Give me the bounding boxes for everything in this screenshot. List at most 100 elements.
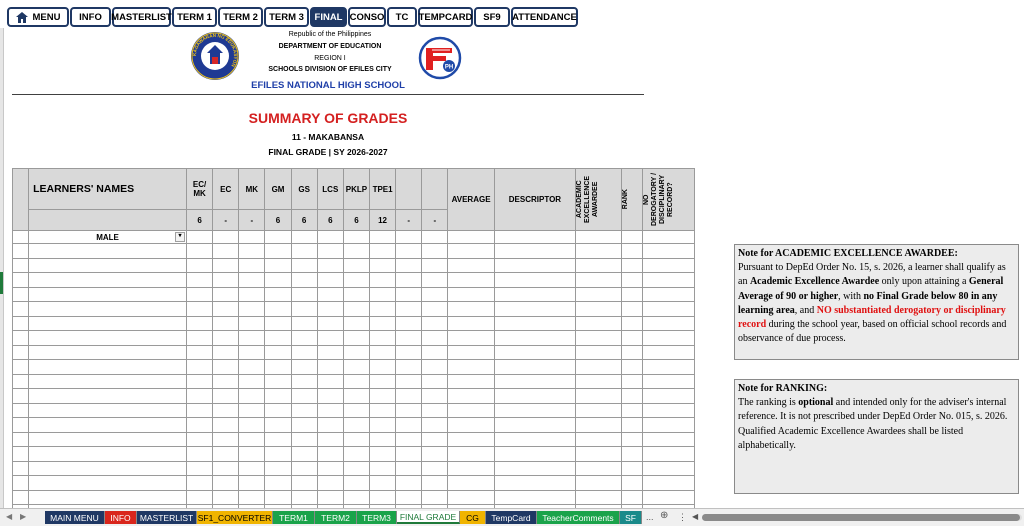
tab-term1[interactable]: TERM1 <box>273 511 315 524</box>
grade-cell[interactable] <box>290 446 318 462</box>
grade-cell[interactable] <box>12 388 30 404</box>
grade-cell[interactable] <box>238 286 266 302</box>
grade-cell[interactable] <box>290 402 318 418</box>
grade-cell[interactable] <box>493 373 577 389</box>
grade-cell[interactable] <box>621 272 643 288</box>
grade-cell[interactable] <box>264 489 292 505</box>
grade-cell[interactable] <box>316 373 344 389</box>
grade-cell[interactable] <box>264 373 292 389</box>
grade-cell[interactable] <box>421 417 449 433</box>
add-sheet-icon[interactable]: ⊕ <box>660 510 668 521</box>
grade-cell[interactable] <box>641 344 695 360</box>
grade-cell[interactable] <box>28 301 188 317</box>
term3-button[interactable]: TERM 3 <box>264 7 309 27</box>
grade-cell[interactable] <box>368 344 397 360</box>
grade-cell[interactable] <box>368 489 397 505</box>
grade-cell[interactable] <box>368 257 397 273</box>
grade-cell[interactable] <box>575 286 623 302</box>
grade-cell[interactable] <box>641 388 695 404</box>
grade-cell[interactable] <box>212 402 240 418</box>
grade-cell[interactable] <box>368 315 397 331</box>
grade-cell[interactable] <box>212 243 240 259</box>
grade-cell[interactable] <box>264 301 292 317</box>
tab-sf1-converter[interactable]: SF1_CONVERTER <box>197 511 273 524</box>
grade-cell[interactable] <box>368 330 397 346</box>
grade-cell[interactable] <box>316 460 344 476</box>
grade-cell[interactable] <box>421 286 449 302</box>
grade-cell[interactable] <box>421 402 449 418</box>
grade-cell[interactable] <box>290 301 318 317</box>
grade-cell[interactable] <box>264 402 292 418</box>
grade-cell[interactable] <box>621 475 643 491</box>
grade-cell[interactable] <box>342 243 371 259</box>
grade-cell[interactable] <box>641 301 695 317</box>
grade-cell[interactable] <box>186 475 214 491</box>
grade-cell[interactable] <box>212 417 240 433</box>
grade-cell[interactable] <box>575 373 623 389</box>
grade-cell[interactable] <box>395 475 423 491</box>
grade-cell[interactable] <box>290 257 318 273</box>
grade-cell[interactable] <box>186 446 214 462</box>
grade-cell[interactable] <box>264 359 292 375</box>
grade-cell[interactable] <box>290 272 318 288</box>
grade-cell[interactable] <box>264 475 292 491</box>
grade-cell[interactable] <box>28 446 188 462</box>
grade-cell[interactable] <box>447 359 495 375</box>
grade-cell[interactable] <box>316 243 344 259</box>
tab-scroll-right-icon[interactable]: ▶ <box>20 512 26 521</box>
grade-cell[interactable] <box>421 460 449 476</box>
conso-button[interactable]: CONSO <box>348 7 386 27</box>
tab-main-menu[interactable]: MAIN MENU <box>45 511 105 524</box>
grade-cell[interactable] <box>368 475 397 491</box>
grade-cell[interactable] <box>290 286 318 302</box>
grade-cell[interactable] <box>316 272 344 288</box>
grade-cell[interactable] <box>621 431 643 447</box>
grade-cell[interactable] <box>238 373 266 389</box>
grade-cell[interactable] <box>395 257 423 273</box>
grade-cell[interactable] <box>621 402 643 418</box>
grade-cell[interactable] <box>212 286 240 302</box>
grade-cell[interactable] <box>28 315 188 331</box>
grade-cell[interactable] <box>238 243 266 259</box>
grade-cell[interactable] <box>575 475 623 491</box>
grade-cell[interactable] <box>493 272 577 288</box>
grade-cell[interactable] <box>493 315 577 331</box>
grade-cell[interactable] <box>316 417 344 433</box>
grade-cell[interactable] <box>493 330 577 346</box>
grade-cell[interactable] <box>342 460 371 476</box>
grade-cell[interactable] <box>575 243 623 259</box>
grade-cell[interactable] <box>238 446 266 462</box>
grade-cell[interactable] <box>12 446 30 462</box>
grade-cell[interactable] <box>212 330 240 346</box>
grade-cell[interactable] <box>621 359 643 375</box>
grade-cell[interactable] <box>28 272 188 288</box>
grade-cell[interactable] <box>28 243 188 259</box>
grade-cell[interactable] <box>395 373 423 389</box>
grade-cell[interactable] <box>12 301 30 317</box>
grade-cell[interactable] <box>264 330 292 346</box>
grade-cell[interactable] <box>290 489 318 505</box>
grade-cell[interactable] <box>621 243 643 259</box>
grade-cell[interactable] <box>212 344 240 360</box>
grade-cell[interactable] <box>421 475 449 491</box>
grade-cell[interactable] <box>493 359 577 375</box>
grade-cell[interactable] <box>641 446 695 462</box>
grade-cell[interactable] <box>186 315 214 331</box>
grade-cell[interactable] <box>447 301 495 317</box>
grade-cell[interactable] <box>575 359 623 375</box>
grade-cell[interactable] <box>342 373 371 389</box>
grade-cell[interactable] <box>342 272 371 288</box>
info-button[interactable]: INFO <box>70 7 111 27</box>
grade-cell[interactable] <box>368 460 397 476</box>
grade-cell[interactable] <box>342 359 371 375</box>
grade-cell[interactable] <box>238 402 266 418</box>
grade-cell[interactable] <box>212 475 240 491</box>
grade-cell[interactable] <box>186 344 214 360</box>
grade-cell[interactable] <box>342 330 371 346</box>
grade-cell[interactable] <box>447 460 495 476</box>
grade-cell[interactable] <box>290 417 318 433</box>
tab-cg[interactable]: CG <box>460 511 486 524</box>
grade-cell[interactable] <box>368 272 397 288</box>
grade-cell[interactable] <box>238 272 266 288</box>
grade-cell[interactable] <box>264 431 292 447</box>
